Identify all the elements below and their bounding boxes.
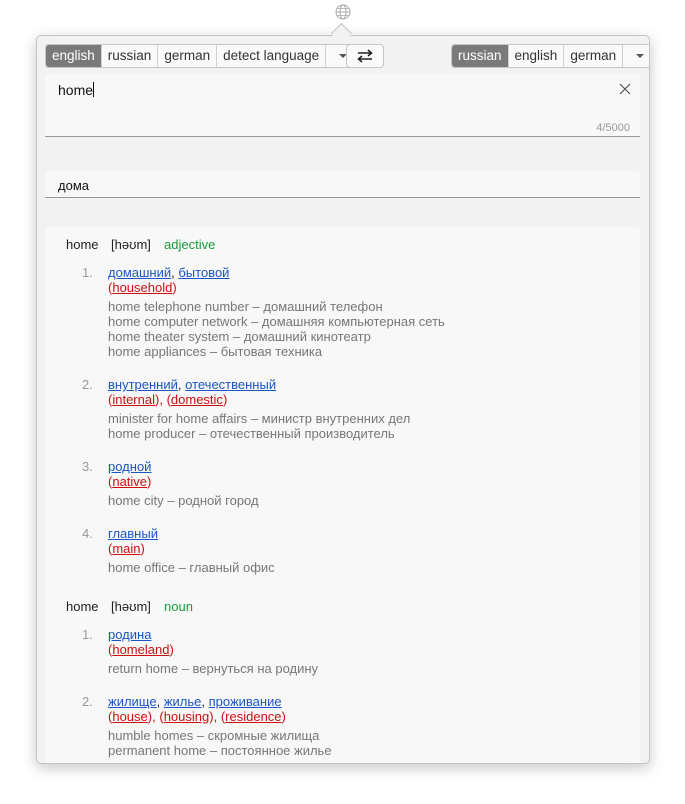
examples: home office – главный офис [108, 560, 275, 575]
entry-body: домашний, бытовой (household) home telepho… [108, 265, 445, 359]
example-line: minister for home affairs – министр внут… [108, 411, 411, 426]
synonym-link[interactable]: homeland [112, 642, 169, 657]
target-lang-dropdown[interactable] [623, 45, 649, 67]
examples: return home – вернуться на родину [108, 661, 318, 676]
target-lang-option[interactable]: english [509, 45, 565, 67]
part-of-speech-header: home [həʊm] noun [66, 599, 193, 614]
translation-link[interactable]: проживание [209, 694, 282, 709]
entry-body: главный (main) home office – главный офис [108, 526, 275, 575]
dictionary-panel: home [həʊm] adjective 1. домашний, бытовой (h… [45, 227, 640, 763]
headword: home [66, 599, 99, 614]
character-counter: 4/5000 [596, 122, 630, 134]
examples: home telephone number – домашний телефон… [108, 299, 445, 359]
synonym-line: (internal), (domestic) [108, 392, 228, 407]
translation-link[interactable]: внутренний [108, 377, 178, 392]
headword: home [66, 237, 99, 252]
chevron-down-icon [636, 54, 645, 58]
translation-link[interactable]: жилище [108, 694, 157, 709]
transcription: [həʊm] [111, 237, 151, 252]
source-lang-option[interactable]: german [158, 45, 218, 67]
example-line: home producer – отечественный производит… [108, 426, 395, 441]
examples: minister for home affairs – министр внут… [108, 411, 410, 441]
examples: home city – родной город [108, 493, 259, 508]
translator-popover: english russian german detect language r… [36, 35, 650, 764]
example-line: home computer network – домашняя компьют… [108, 314, 445, 329]
entry-number: 2. [82, 694, 93, 709]
target-lang-option[interactable]: russian [452, 45, 509, 67]
translation-line: домашний, бытовой [108, 265, 230, 280]
swap-languages-button[interactable] [346, 44, 384, 68]
source-lang-option[interactable]: detect language [217, 45, 327, 67]
example-line: home appliances – бытовая техника [108, 344, 323, 359]
part-of-speech-header: home [həʊm] adjective [66, 237, 215, 252]
entry-number: 3. [82, 459, 93, 474]
entry-number: 1. [82, 265, 93, 280]
translation-link[interactable]: домашний [108, 265, 171, 280]
synonym-link[interactable]: domestic [171, 392, 223, 407]
translation-link[interactable]: отечественный [185, 377, 276, 392]
translation-link[interactable]: бытовой [178, 265, 229, 280]
entry-body: родной (native) home city – родной город [108, 459, 259, 508]
synonym-line: (homeland) [108, 642, 174, 657]
examples: humble homes – скромные жилища permanent … [108, 728, 332, 758]
source-lang-option[interactable]: english [46, 45, 102, 67]
source-lang-option[interactable]: russian [102, 45, 159, 67]
example-line: home office – главный офис [108, 560, 275, 575]
source-text-input[interactable]: home 4/5000 [45, 74, 640, 137]
synonym-link[interactable]: housing [164, 709, 210, 724]
synonym-line: (house), (housing), (residence) [108, 709, 286, 724]
translation-line: родной [108, 459, 259, 474]
translation-result: дома [45, 171, 640, 198]
translation-link[interactable]: главный [108, 526, 158, 541]
source-language-selector: english russian german detect language [45, 44, 362, 68]
text-cursor [93, 82, 95, 97]
example-line: home telephone number – домашний телефон [108, 299, 383, 314]
entry-number: 1. [82, 627, 93, 642]
example-line: permanent home – постоянное жилье [108, 743, 332, 758]
synonym-link[interactable]: residence [225, 709, 281, 724]
synonym-line: (native) [108, 474, 152, 489]
swap-arrows-icon [357, 49, 373, 63]
synonym-link[interactable]: native [112, 474, 147, 489]
synonym-link[interactable]: internal [112, 392, 155, 407]
example-line: home city – родной город [108, 493, 259, 508]
translation-text: дома [58, 178, 89, 193]
translation-link[interactable]: жилье [164, 694, 202, 709]
close-icon[interactable] [618, 82, 632, 96]
synonym-line: (household) [108, 280, 177, 295]
translation-link[interactable]: родной [108, 459, 151, 474]
translation-link[interactable]: родина [108, 627, 151, 642]
synonym-link[interactable]: household [112, 280, 172, 295]
entry-body: внутренний, отечественный (internal), (do… [108, 377, 410, 441]
synonym-link[interactable]: house [112, 709, 147, 724]
entry-body: жилище, жилье, проживание (house), (housi… [108, 694, 332, 758]
translation-line: жилище, жилье, проживание [108, 694, 282, 709]
example-line: humble homes – скромные жилища [108, 728, 320, 743]
globe-icon[interactable] [334, 3, 352, 21]
entry-number: 2. [82, 377, 93, 392]
source-text[interactable]: home [58, 82, 93, 98]
example-line: return home – вернуться на родину [108, 661, 319, 676]
translation-line: внутренний, отечественный [108, 377, 277, 392]
translation-line: родина [108, 627, 318, 642]
target-language-selector: russian english german [451, 44, 649, 68]
example-line: home theater system – домашний кинотеатр [108, 329, 371, 344]
target-lang-option[interactable]: german [564, 45, 624, 67]
part-of-speech: adjective [164, 237, 216, 252]
entry-number: 4. [82, 526, 93, 541]
translation-line: главный [108, 526, 275, 541]
part-of-speech: noun [164, 599, 193, 614]
synonym-link[interactable]: main [112, 541, 140, 556]
entry-body: родина (homeland) return home – вернуться … [108, 627, 318, 676]
transcription: [həʊm] [111, 599, 151, 614]
synonym-line: (main) [108, 541, 145, 556]
